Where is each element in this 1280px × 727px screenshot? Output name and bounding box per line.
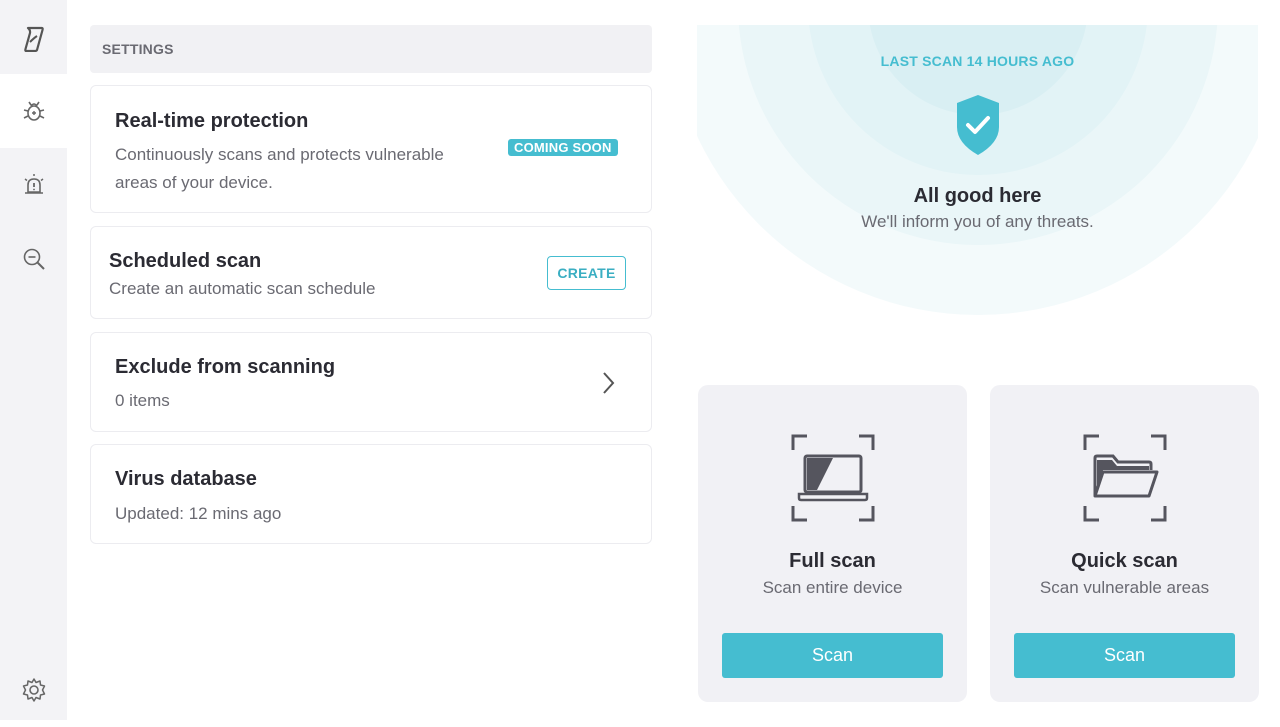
status-title: All good here: [913, 185, 1042, 207]
chevron-right-icon: [603, 372, 615, 394]
status-subtitle: We'll inform you of any threats.: [861, 212, 1094, 231]
shield-check-icon: [957, 95, 999, 155]
surfshark-logo-icon: [23, 26, 44, 52]
database-desc: Updated: 12 mins ago: [115, 504, 282, 523]
nav-antivirus[interactable]: [0, 74, 67, 148]
sidebar: [0, 0, 67, 720]
virus-database-card: Virus database Updated: 12 mins ago: [90, 444, 652, 544]
nav-logo[interactable]: [0, 2, 67, 76]
scheduled-scan-card: Scheduled scan Create an automatic scan …: [90, 226, 652, 319]
realtime-protection-card: Real-time protection Continuously scans …: [90, 85, 652, 213]
create-button[interactable]: CREATE: [547, 256, 626, 290]
last-scan-label: LAST SCAN 14 HOURS AGO: [880, 53, 1075, 69]
full-scan-card: Full scan Scan entire device Scan: [698, 385, 967, 702]
nav-alert[interactable]: [0, 148, 67, 222]
exclude-card[interactable]: Exclude from scanning 0 items: [90, 332, 652, 432]
coming-soon-badge: COMING SOON: [508, 139, 618, 156]
full-scan-button[interactable]: Scan: [722, 633, 943, 678]
alert-siren-icon: [24, 174, 43, 194]
laptop-scan-icon: [791, 434, 875, 522]
quick-scan-desc: Scan vulnerable areas: [1039, 578, 1210, 597]
settings-header: SETTINGS: [90, 25, 652, 73]
scan-status-panel: LAST SCAN 14 HOURS AGO All good here We'…: [697, 25, 1258, 365]
folder-scan-icon: [1083, 434, 1167, 522]
scheduled-title: Scheduled scan: [109, 250, 262, 272]
realtime-desc-line1: Continuously scans and protects vulnerab…: [115, 145, 444, 164]
exclude-title: Exclude from scanning: [115, 356, 336, 378]
full-scan-desc: Scan entire device: [762, 578, 903, 597]
database-title: Virus database: [115, 468, 257, 490]
search-zoom-icon: [23, 248, 45, 270]
antivirus-bug-icon: [23, 101, 44, 121]
gear-icon: [22, 678, 45, 702]
full-scan-title: Full scan: [789, 550, 876, 572]
exclude-desc: 0 items: [115, 391, 170, 410]
nav-settings[interactable]: [0, 653, 67, 727]
realtime-title: Real-time protection: [115, 110, 309, 132]
nav-search[interactable]: [0, 222, 67, 296]
quick-scan-title: Quick scan: [1071, 550, 1178, 572]
scheduled-desc: Create an automatic scan schedule: [109, 279, 376, 298]
quick-scan-card: Quick scan Scan vulnerable areas Scan: [990, 385, 1259, 702]
realtime-desc-line2: areas of your device.: [115, 173, 273, 192]
quick-scan-button[interactable]: Scan: [1014, 633, 1235, 678]
